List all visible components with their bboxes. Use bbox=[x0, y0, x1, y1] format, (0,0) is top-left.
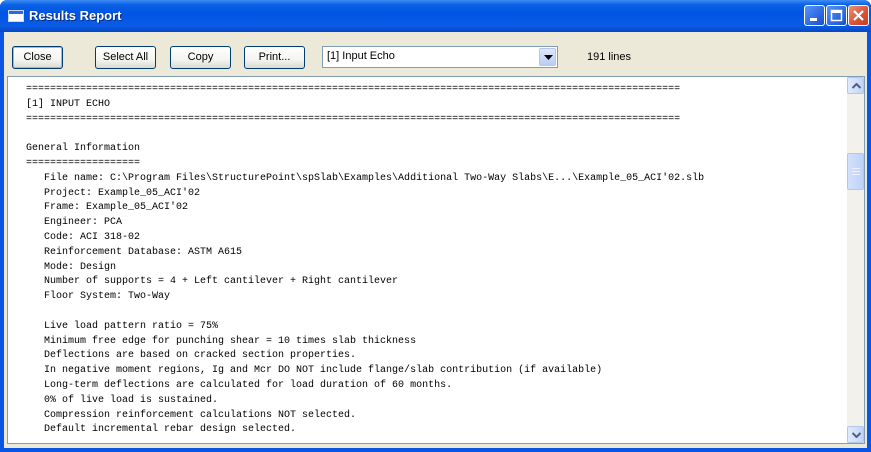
report-line: Live load pattern ratio = 75% bbox=[26, 320, 219, 332]
report-line: ========================================… bbox=[26, 84, 681, 95]
print-button[interactable]: Print... bbox=[244, 46, 305, 69]
dialog-client-area: Close Select All Copy Print... [1] Input… bbox=[4, 32, 867, 448]
report-line: =================== bbox=[26, 157, 141, 169]
report-line: Long-term deflections are calculated for… bbox=[26, 379, 453, 391]
report-line bbox=[26, 127, 836, 142]
copy-button[interactable]: Copy bbox=[170, 46, 231, 69]
window-icon bbox=[8, 10, 24, 22]
close-button[interactable]: Close bbox=[12, 46, 63, 69]
report-line: Engineer: PCA bbox=[26, 217, 123, 229]
report-line: Minimum free edge for punching shear = 1… bbox=[26, 335, 417, 347]
minimize-button[interactable] bbox=[804, 5, 825, 26]
select-all-button[interactable]: Select All bbox=[95, 46, 156, 69]
report-section-select[interactable]: [1] Input Echo bbox=[322, 46, 558, 68]
window-title: Results Report bbox=[29, 8, 122, 23]
close-icon bbox=[853, 10, 864, 21]
report-line: ========================================… bbox=[26, 113, 681, 125]
report-line: 0% of live load is sustained. bbox=[26, 394, 219, 406]
minimize-icon bbox=[810, 18, 817, 21]
chevron-down-icon bbox=[544, 55, 553, 60]
report-line: [1] INPUT ECHO bbox=[26, 98, 111, 110]
dropdown-button[interactable] bbox=[539, 48, 556, 66]
close-window-button[interactable] bbox=[848, 5, 869, 26]
maximize-icon bbox=[830, 9, 843, 22]
report-line: Number of supports = 4 + Left cantilever… bbox=[26, 276, 399, 288]
arrow-up-icon bbox=[852, 83, 861, 89]
arrow-down-icon bbox=[852, 432, 861, 438]
scroll-up-button[interactable] bbox=[847, 77, 864, 94]
report-line: Project: Example_05_ACI'02 bbox=[26, 187, 201, 199]
report-line bbox=[26, 305, 836, 320]
report-line: Code: ACI 318-02 bbox=[26, 231, 141, 243]
title-bar[interactable]: Results Report bbox=[0, 0, 871, 32]
vertical-scrollbar[interactable] bbox=[847, 77, 864, 443]
report-line: Mode: Design bbox=[26, 261, 117, 273]
report-line: In negative moment regions, Ig and Mcr D… bbox=[26, 365, 603, 377]
report-line: Frame: Example_05_ACI'02 bbox=[26, 202, 189, 214]
maximize-button[interactable] bbox=[826, 5, 847, 26]
report-text: ========================================… bbox=[26, 83, 836, 438]
results-report-window: Results Report Close Select All Copy Pri… bbox=[0, 0, 871, 452]
report-text-area[interactable]: ========================================… bbox=[7, 76, 865, 444]
report-line: Reinforcement Database: ASTM A615 bbox=[26, 246, 243, 258]
scroll-down-button[interactable] bbox=[847, 426, 864, 443]
report-line: General Information bbox=[26, 143, 141, 155]
report-line: Floor System: Two-Way bbox=[26, 291, 171, 303]
report-line: File name: C:\Program Files\StructurePoi… bbox=[26, 172, 705, 184]
report-line: Deflections are based on cracked section… bbox=[26, 350, 357, 362]
report-line: Compression reinforcement calculations N… bbox=[26, 409, 357, 421]
report-section-value: [1] Input Echo bbox=[327, 50, 395, 62]
scroll-thumb[interactable] bbox=[847, 153, 864, 190]
line-count: 191 lines bbox=[587, 51, 632, 63]
report-line: Default incremental rebar design selecte… bbox=[26, 424, 297, 436]
